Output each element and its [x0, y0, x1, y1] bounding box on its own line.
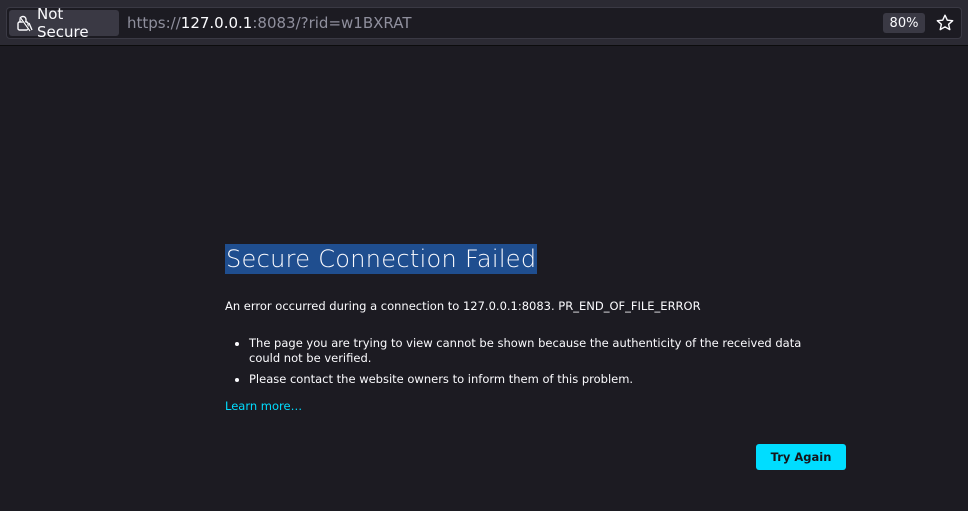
error-description: An error occurred during a connection to… — [225, 299, 701, 313]
star-icon[interactable] — [935, 13, 955, 33]
browser-toolbar: Not Secure https://127.0.0.1:8083/?rid=w… — [0, 0, 968, 46]
error-detail-item: Please contact the website owners to inf… — [249, 372, 825, 387]
error-detail-item: The page you are trying to view cannot b… — [249, 336, 825, 366]
url-bar[interactable]: Not Secure https://127.0.0.1:8083/?rid=w… — [6, 5, 962, 41]
error-details-list: The page you are trying to view cannot b… — [225, 336, 825, 387]
error-page-content: Secure Connection Failed An error occurr… — [225, 244, 825, 414]
url-host: 127.0.0.1 — [180, 14, 253, 32]
url-suffix: :8083/?rid=w1BXRAT — [252, 14, 412, 32]
lock-warning-icon — [15, 14, 33, 32]
error-title: Secure Connection Failed — [225, 244, 538, 274]
try-again-button[interactable]: Try Again — [756, 444, 846, 470]
site-identity-button[interactable]: Not Secure — [9, 5, 119, 41]
zoom-level-button[interactable]: 80% — [883, 13, 925, 33]
url-text[interactable]: https://127.0.0.1:8083/?rid=w1BXRAT — [127, 14, 411, 32]
learn-more-link[interactable]: Learn more… — [225, 399, 302, 413]
url-prefix: https:// — [127, 14, 181, 32]
identity-label: Not Secure — [37, 5, 89, 41]
